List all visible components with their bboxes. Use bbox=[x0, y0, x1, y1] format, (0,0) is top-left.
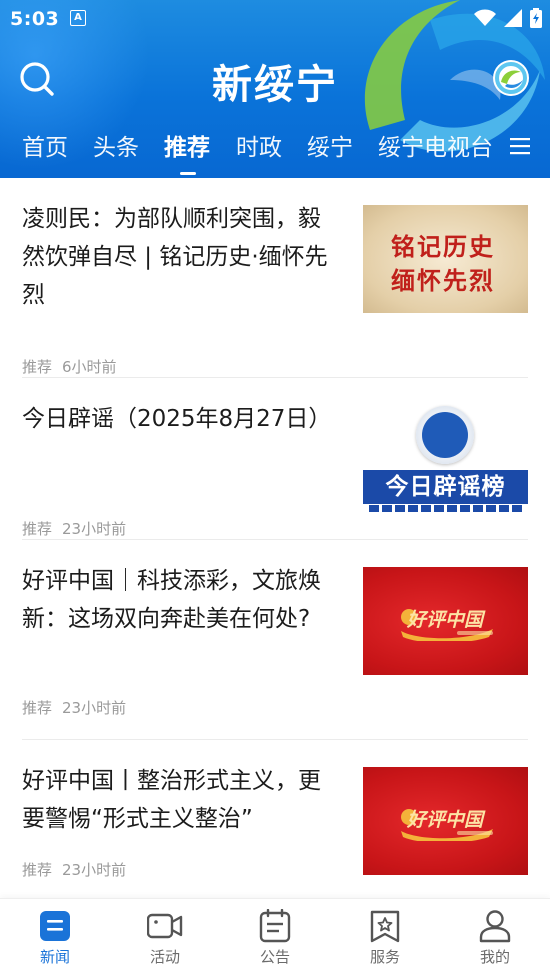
article-channel: 推荐 bbox=[22, 861, 53, 879]
article-thumbnail[interactable]: 铭记历史 缅怀先烈 bbox=[363, 205, 528, 313]
list-item[interactable]: 凌则民：为部队顺利突围，毅然饮弹自尽 | 铭记历史·缅怀先烈 推荐 6小时前 铭记… bbox=[22, 200, 528, 378]
nav-profile[interactable]: 我的 bbox=[440, 899, 550, 979]
divider bbox=[22, 739, 528, 740]
bottom-navigation: 新闻 活动 公告 服务 我的 bbox=[0, 898, 550, 979]
profile-icon bbox=[479, 910, 511, 943]
news-icon bbox=[40, 911, 70, 941]
nav-label: 服务 bbox=[369, 948, 400, 966]
app-title: 新绥宁 bbox=[212, 62, 338, 108]
video-camera-icon bbox=[147, 913, 183, 939]
wifi-icon bbox=[474, 9, 496, 26]
article-title[interactable]: 好评中国丨整治形式主义，更要警惕“形式主义整治” bbox=[22, 762, 342, 838]
tab-headlines[interactable]: 头条 bbox=[93, 128, 139, 162]
list-item[interactable]: 好评中国｜科技添彩，文旅焕新：这场双向奔赴美在何处? 推荐 23小时前 好评中国 bbox=[22, 562, 528, 740]
app-header: 5:03 A 新绥宁 首页 头条 推荐 时政 绥宁 绥宁电视台 bbox=[0, 0, 550, 178]
nav-news[interactable]: 新闻 bbox=[0, 899, 110, 979]
article-meta: 推荐 6小时前 bbox=[22, 356, 117, 377]
divider bbox=[22, 539, 528, 540]
thumbnail-text: 铭记历史 bbox=[391, 232, 495, 261]
channel-tabs: 首页 头条 推荐 时政 绥宁 绥宁电视台 bbox=[0, 128, 550, 178]
article-thumbnail[interactable]: 好评中国 bbox=[363, 767, 528, 875]
nav-label: 公告 bbox=[259, 948, 290, 966]
article-meta: 推荐 23小时前 bbox=[22, 859, 126, 880]
tab-suining[interactable]: 绥宁 bbox=[307, 128, 353, 162]
thumbnail-text: 缅怀先烈 bbox=[391, 266, 495, 295]
article-time: 6小时前 bbox=[62, 358, 117, 376]
menu-icon[interactable] bbox=[508, 136, 532, 156]
article-thumbnail[interactable]: 好评中国 bbox=[363, 567, 528, 675]
notification-a-icon: A bbox=[70, 10, 86, 26]
nav-label: 活动 bbox=[149, 948, 180, 966]
notice-icon bbox=[259, 909, 291, 943]
thumbnail-text: 好评中国 bbox=[407, 809, 484, 831]
article-meta: 推荐 23小时前 bbox=[22, 518, 126, 539]
tab-recommend[interactable]: 推荐 bbox=[164, 128, 210, 162]
article-title[interactable]: 今日辟谣（2025年8月27日） bbox=[22, 400, 342, 438]
emblem-icon bbox=[416, 406, 474, 464]
tab-politics[interactable]: 时政 bbox=[236, 128, 282, 162]
status-bar: 5:03 A bbox=[0, 0, 550, 36]
article-time: 23小时前 bbox=[62, 520, 127, 538]
divider bbox=[22, 377, 528, 378]
article-channel: 推荐 bbox=[22, 358, 53, 376]
tab-home[interactable]: 首页 bbox=[22, 128, 68, 162]
article-time: 23小时前 bbox=[62, 861, 127, 879]
status-time: 5:03 bbox=[10, 8, 60, 30]
tab-suining-tv[interactable]: 绥宁电视台 bbox=[378, 128, 493, 162]
nav-label: 我的 bbox=[479, 948, 510, 966]
signal-icon bbox=[504, 9, 522, 27]
app-logo-icon[interactable] bbox=[493, 60, 529, 96]
news-feed[interactable]: 凌则民：为部队顺利突围，毅然饮弹自尽 | 铭记历史·缅怀先烈 推荐 6小时前 铭记… bbox=[0, 178, 550, 898]
nav-label: 新闻 bbox=[39, 948, 70, 966]
article-title[interactable]: 凌则民：为部队顺利突围，毅然饮弹自尽 | 铭记历史·缅怀先烈 bbox=[22, 200, 342, 314]
list-item[interactable]: 今日辟谣（2025年8月27日） 推荐 23小时前 今日辟谣榜 bbox=[22, 400, 528, 540]
thumbnail-text: 好评中国 bbox=[407, 609, 484, 631]
article-time: 23小时前 bbox=[62, 699, 127, 717]
nav-service[interactable]: 服务 bbox=[330, 899, 440, 979]
article-meta: 推荐 23小时前 bbox=[22, 697, 126, 718]
nav-notice[interactable]: 公告 bbox=[220, 899, 330, 979]
article-channel: 推荐 bbox=[22, 520, 53, 538]
battery-icon bbox=[530, 8, 542, 28]
thumbnail-text: 今日辟谣榜 bbox=[363, 470, 528, 504]
nav-activity[interactable]: 活动 bbox=[110, 899, 220, 979]
service-icon bbox=[370, 910, 400, 943]
article-title[interactable]: 好评中国｜科技添彩，文旅焕新：这场双向奔赴美在何处? bbox=[22, 562, 342, 638]
article-thumbnail[interactable]: 今日辟谣榜 bbox=[363, 404, 528, 512]
article-channel: 推荐 bbox=[22, 699, 53, 717]
active-tab-indicator bbox=[180, 172, 196, 175]
list-item[interactable]: 好评中国丨整治形式主义，更要警惕“形式主义整治” 推荐 23小时前 好评中国 bbox=[22, 762, 528, 898]
